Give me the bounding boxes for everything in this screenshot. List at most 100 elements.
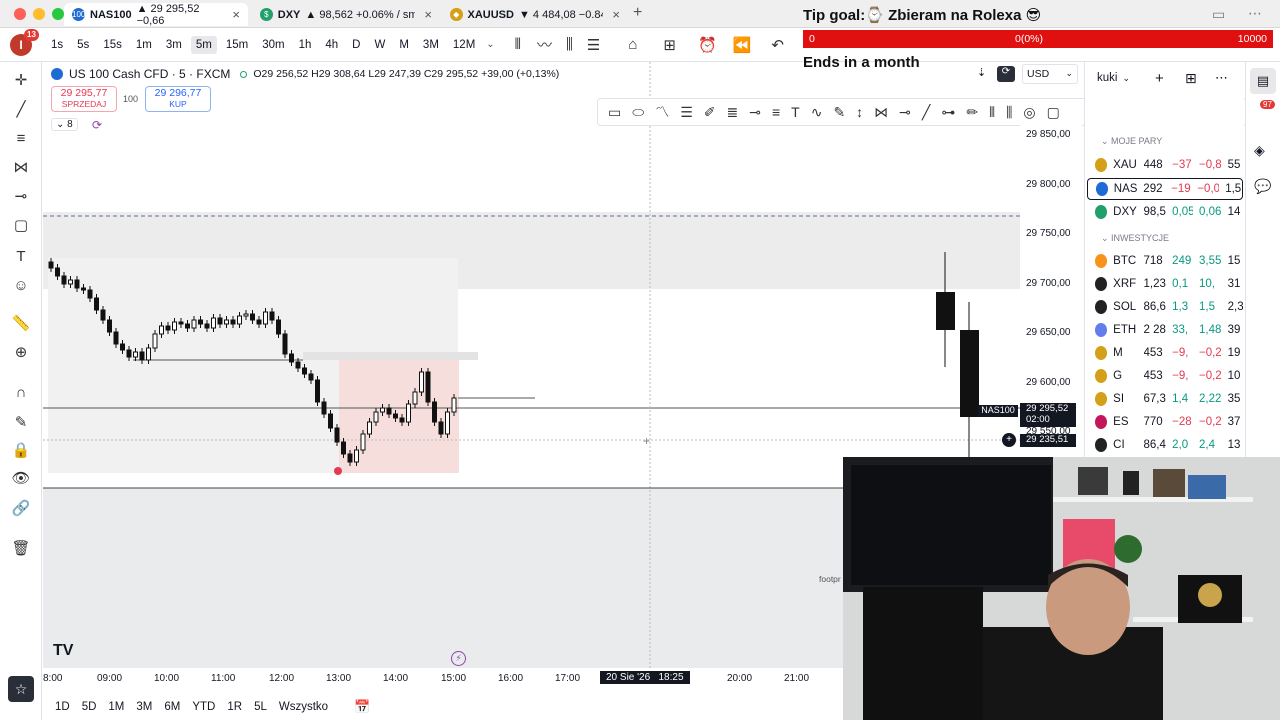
close-window-button[interactable] [14,8,26,20]
ruler-icon[interactable]: 📏 [10,313,32,335]
timeframe-30m[interactable]: 30m [257,36,289,54]
timeframe-3m[interactable]: 3m [161,36,187,54]
magnet-icon[interactable]: ∩ [10,382,32,404]
line-chart-icon[interactable]: 〰 [537,34,552,55]
range-5D[interactable]: 5D [82,701,97,713]
vertical-line-icon[interactable]: ↕ [856,104,863,120]
range-1M[interactable]: 1M [108,701,124,713]
replay-icon[interactable]: ⏪ [733,36,752,54]
new-tab-icon[interactable]: + [633,4,642,22]
timeframe-1s[interactable]: 1s [46,36,68,54]
timeframe-M[interactable]: M [394,36,414,54]
minimize-window-button[interactable] [33,8,45,20]
timeframe-D[interactable]: D [347,36,365,54]
rectangle-icon[interactable]: ▭ [608,104,621,121]
timeframe-5s[interactable]: 5s [72,36,94,54]
long-position-icon[interactable]: ≡ [772,104,780,120]
add-symbol-icon[interactable]: + [1155,70,1164,87]
undo-icon[interactable]: ↶ [771,36,784,54]
range-5L[interactable]: 5L [254,701,267,713]
text-icon[interactable]: T [10,246,32,268]
xabcd-icon[interactable]: ⋈ [874,104,888,121]
section-header[interactable]: ⌄ INWESTYCJE [1101,233,1169,244]
emoji-icon[interactable]: ☺ [10,275,32,297]
info-line-icon[interactable]: ⊶ [941,104,955,121]
candles-pattern-icon[interactable]: ⫼ [1006,104,1012,121]
crosshair-icon[interactable]: ✛ [10,70,32,92]
close-tab-icon[interactable]: × [424,7,432,22]
eye-target-icon[interactable]: ◎ [1023,104,1035,121]
brush-icon[interactable]: ✐ [704,104,716,121]
path-icon[interactable]: 〽 [655,102,669,122]
range-YTD[interactable]: YTD [192,701,215,713]
close-tab-icon[interactable]: × [232,7,240,22]
goto-date-icon[interactable]: 📅 [354,699,370,715]
download-icon[interactable]: ⇣ [977,66,986,79]
timeframe-1h[interactable]: 1h [294,36,317,54]
indicators-icon[interactable]: ☰ [587,36,600,54]
watchlist-row[interactable]: BTC 718 249 3,55 15 [1095,250,1245,272]
watchlist-row[interactable]: SI 67,3 1,4 2,22 35 [1095,388,1245,410]
candle-type-icon[interactable]: ⫴ [515,36,521,53]
pen-icon[interactable]: ✏ [966,104,978,121]
watchlist-row[interactable]: NAS 292 −19 −0,0 1,5 [1087,177,1243,200]
watchlist-icon[interactable]: ▤ [1250,68,1276,94]
watchlist-row[interactable]: M 453 −9, −0,2 19 [1095,342,1245,364]
pattern-icon[interactable]: ⋈ [10,157,32,179]
sync-icon[interactable]: ⟳ [92,118,102,132]
watchlist-header[interactable]: kuki ⌄ [1097,72,1130,84]
watchlist-layout-icon[interactable]: ⊞ [1185,70,1197,87]
pencil-lock-icon[interactable]: ✎ [10,412,32,434]
timeframe-15s[interactable]: 15s [98,36,127,54]
time-axis[interactable]: 8:00 09:00 10:00 11:00 12:00 13:00 14:00 15:00 1… [43,668,843,690]
shape-icon[interactable]: ▢ [10,215,32,237]
watchlist-row[interactable]: SOL 86,6 1,3 1,5 2,3 [1095,296,1245,318]
fib-icon[interactable]: ≡ [10,128,32,150]
comment-icon[interactable]: ▢ [1047,104,1060,121]
range-Wszystko[interactable]: Wszystko [279,701,328,713]
alert-icon[interactable]: ⏰ [698,36,717,54]
zoom-window-button[interactable] [52,8,64,20]
horizontal-line-icon[interactable]: ⊸ [749,104,761,121]
indicators-toggle[interactable]: ⌄ 8 [51,118,78,131]
tab-nas100[interactable]: 100 NAS100 ▲ 29 295,52 −0,66 × [64,3,248,27]
trend-line-icon[interactable]: ╱ [922,104,930,121]
add-alert-icon[interactable]: + [1002,433,1016,447]
timeframe-12M[interactable]: 12M [448,36,480,54]
range-1D[interactable]: 1D [55,701,70,713]
section-header[interactable]: ⌄ MOJE PARY [1101,136,1162,147]
tab-xauusd[interactable]: ◆ XAUUSD ▼ 4 484,08 −0.84 × [442,3,628,26]
timeframe-15m[interactable]: 15m [221,36,253,54]
sync-scale-icon[interactable]: ⟳ [997,66,1015,82]
watchlist-row[interactable]: DXY 98,5 0,05 0,06 14 [1095,201,1245,223]
curve-icon[interactable]: ∿ [811,104,823,121]
parallel-channel-icon[interactable]: ☰ [680,104,693,121]
templates-icon[interactable]: ⊞ [663,36,676,54]
timeframe-3M[interactable]: 3M [418,36,444,54]
avatar[interactable]: I 13 [10,28,39,56]
bars-pattern-icon[interactable]: ⫴ [989,104,995,121]
zoom-in-icon[interactable]: ⊕ [10,342,32,364]
favorites-icon[interactable]: ☆ [8,676,34,702]
range-1R[interactable]: 1R [227,701,242,713]
prediction-icon[interactable]: ⊸ [10,186,32,208]
compare-icon[interactable]: ⌂ [628,36,637,53]
highlighter-icon[interactable]: ✎ [833,104,845,121]
watchlist-row[interactable]: G 453 −9, −0,2 10 [1095,365,1245,387]
lightning-icon[interactable]: ⚡ [451,651,466,666]
range-6M[interactable]: 6M [164,701,180,713]
watchlist-row[interactable]: XAU 448 −37 −0,8 55 [1095,154,1245,176]
trendline-icon[interactable]: ╱ [10,99,32,121]
link-icon[interactable]: 🔗 [10,498,32,520]
ray-icon[interactable]: ⊸ [899,104,911,121]
timeframe-1m[interactable]: 1m [131,36,157,54]
tab-dxy[interactable]: $ DXY ▲ 98,562 +0.06% / sm × [252,3,440,26]
watchlist-more-icon[interactable]: ⋯ [1215,70,1228,86]
range-3M[interactable]: 3M [136,701,152,713]
chat-icon[interactable]: 💬 [1254,178,1271,195]
layers-icon[interactable]: ◈ [1254,142,1265,159]
buy-button[interactable]: 29 296,77 KUP [145,86,211,112]
timeframe-4h[interactable]: 4h [320,36,343,54]
bars-icon[interactable]: ⫼ [566,36,573,53]
watchlist-row[interactable]: CI 86,4 2,0 2,4 13 [1095,434,1245,456]
